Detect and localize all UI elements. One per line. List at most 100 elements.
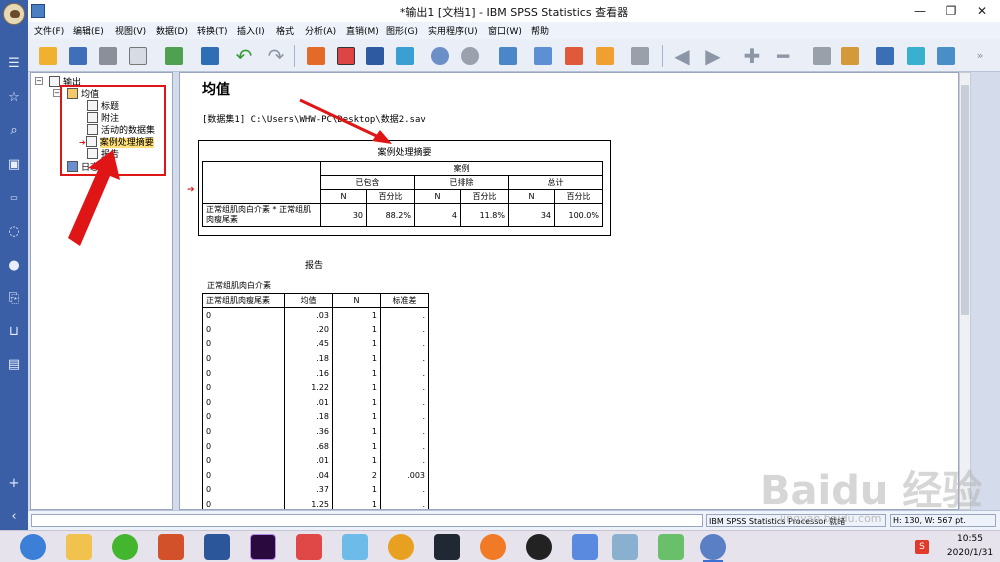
disabled-icon[interactable]: [628, 44, 652, 68]
close-button[interactable]: ✕: [967, 0, 997, 22]
collapse-icon[interactable]: ‹: [6, 509, 22, 525]
table-cell: .: [380, 322, 429, 337]
menu-file[interactable]: 文件(F): [34, 24, 64, 37]
chrome-icon[interactable]: [388, 534, 414, 560]
forward-icon[interactable]: ▶: [701, 44, 725, 68]
wechat-icon[interactable]: [112, 534, 138, 560]
media-player-icon[interactable]: [296, 534, 322, 560]
table-cell: .: [380, 497, 429, 509]
table-row: 0.18 1.: [202, 351, 429, 366]
add-icon[interactable]: +: [6, 476, 22, 492]
menu-direct-marketing[interactable]: 直销(M): [346, 24, 379, 37]
goto-case-icon[interactable]: [334, 44, 358, 68]
messenger-icon[interactable]: [342, 534, 368, 560]
table-cell: 1: [332, 380, 381, 396]
table-cell: 0: [202, 424, 285, 439]
recall-dialog-icon[interactable]: [198, 44, 222, 68]
value-labels-icon[interactable]: [593, 44, 617, 68]
designate-window-icon[interactable]: [873, 44, 897, 68]
menu-format[interactable]: 格式: [276, 24, 294, 37]
search-icon[interactable]: ⌕: [6, 123, 22, 139]
profile-icon[interactable]: ●: [6, 258, 22, 274]
table-cell: 1.25: [284, 497, 333, 509]
qq-icon[interactable]: [526, 534, 552, 560]
report-table[interactable]: 正常组肌肉瘦尾素 均值 N 标准差 0.03 1. 0.20 1. 0.45 1. 0.18…: [202, 293, 429, 509]
table-cell: 0: [202, 351, 285, 366]
menu-transform[interactable]: 转换(T): [197, 24, 228, 37]
table-cell: 0: [202, 380, 285, 396]
menu-insert[interactable]: 插入(I): [237, 24, 265, 37]
clock-date[interactable]: 2020/1/31: [942, 548, 998, 558]
show-all-icon[interactable]: [428, 44, 452, 68]
menu-help[interactable]: 帮助: [531, 24, 549, 37]
goto-data-icon[interactable]: [304, 44, 328, 68]
insert-heading-icon[interactable]: [904, 44, 928, 68]
open-icon[interactable]: [36, 44, 60, 68]
file-explorer-icon[interactable]: [66, 534, 92, 560]
book-icon[interactable]: ▤: [6, 357, 22, 373]
insert-text-icon[interactable]: [934, 44, 958, 68]
menu-graphs[interactable]: 图形(G): [386, 24, 418, 37]
menu-analyze[interactable]: 分析(A): [305, 24, 336, 37]
undo-icon[interactable]: ↶: [232, 44, 256, 68]
hide-item-icon[interactable]: [838, 44, 862, 68]
collapse-toggle-icon[interactable]: −: [35, 77, 43, 85]
show-item-icon[interactable]: [810, 44, 834, 68]
menu-window[interactable]: 窗口(W): [488, 24, 522, 37]
chat-icon[interactable]: ◌: [6, 224, 22, 240]
table-row: 0.04 2.003: [202, 468, 429, 483]
translate-icon[interactable]: ⎘: [6, 291, 22, 307]
user-avatar[interactable]: [3, 3, 25, 25]
word-icon[interactable]: [204, 534, 230, 560]
table-row: 0.37 1.: [202, 482, 429, 498]
back-icon[interactable]: ◀: [670, 44, 694, 68]
menu-utilities[interactable]: 实用程序(U): [428, 24, 478, 37]
star-icon[interactable]: ☆: [6, 90, 22, 106]
powerpoint-icon[interactable]: [158, 534, 184, 560]
spss-taskbar-icon[interactable]: [700, 534, 726, 562]
feishu-icon[interactable]: [572, 534, 598, 560]
clock-time[interactable]: 10:55: [950, 534, 990, 544]
scroll-thumb[interactable]: [961, 85, 969, 315]
table-cell: .16: [284, 365, 333, 381]
list-icon[interactable]: ☰: [6, 56, 22, 72]
table-cell: .: [380, 438, 429, 454]
weight-cases-icon[interactable]: [531, 44, 555, 68]
save-icon[interactable]: [66, 44, 90, 68]
menu-view[interactable]: 视图(V): [115, 24, 146, 37]
table-cell: 100.0%: [554, 203, 603, 227]
split-file-icon[interactable]: [496, 44, 520, 68]
redo-icon[interactable]: ↷: [264, 44, 288, 68]
minimize-button[interactable]: —: [905, 0, 935, 22]
total-header: 总计: [508, 175, 603, 190]
more-tools-icon[interactable]: »: [968, 44, 992, 68]
select-cases-icon[interactable]: [562, 44, 586, 68]
menu-data[interactable]: 数据(D): [156, 24, 188, 37]
maximize-button[interactable]: ❐: [936, 0, 966, 22]
collapse-icon[interactable]: ━: [771, 44, 795, 68]
expand-icon[interactable]: ✚: [740, 44, 764, 68]
title-bar: *输出1 [文档1] - IBM SPSS Statistics 查看器 — ❐…: [28, 0, 1000, 22]
print-preview-icon[interactable]: [126, 44, 150, 68]
variables-icon[interactable]: [393, 44, 417, 68]
output-content-pane[interactable]: 均值 [数据集1] C:\Users\WHW-PC\Desktop\数据2.sa…: [179, 72, 959, 510]
video-icon[interactable]: ▣: [6, 157, 22, 173]
hide-icon[interactable]: [458, 44, 482, 68]
tray-badge-icon[interactable]: S: [915, 540, 929, 554]
live-icon[interactable]: ▭: [6, 190, 22, 206]
menu-edit[interactable]: 编辑(E): [73, 24, 104, 37]
table-cell: 1: [332, 351, 381, 366]
notes-icon[interactable]: [612, 534, 638, 560]
print-icon[interactable]: [96, 44, 120, 68]
cart-icon[interactable]: ⊔: [6, 324, 22, 340]
browser-icon[interactable]: [20, 534, 46, 560]
export-icon[interactable]: [162, 44, 186, 68]
music-icon[interactable]: [480, 534, 506, 560]
goto-variable-icon[interactable]: [363, 44, 387, 68]
case-summary-table[interactable]: 案例 已包含 已排除 总计 N 百分比 N 百分比 N 百分比 正常组肌肉白介素…: [202, 161, 603, 227]
vertical-scrollbar[interactable]: [959, 72, 971, 510]
calendar-icon[interactable]: [658, 534, 684, 560]
video-editor-icon[interactable]: [434, 534, 460, 560]
table-cell: .01: [284, 395, 333, 410]
premiere-icon[interactable]: [250, 534, 276, 560]
